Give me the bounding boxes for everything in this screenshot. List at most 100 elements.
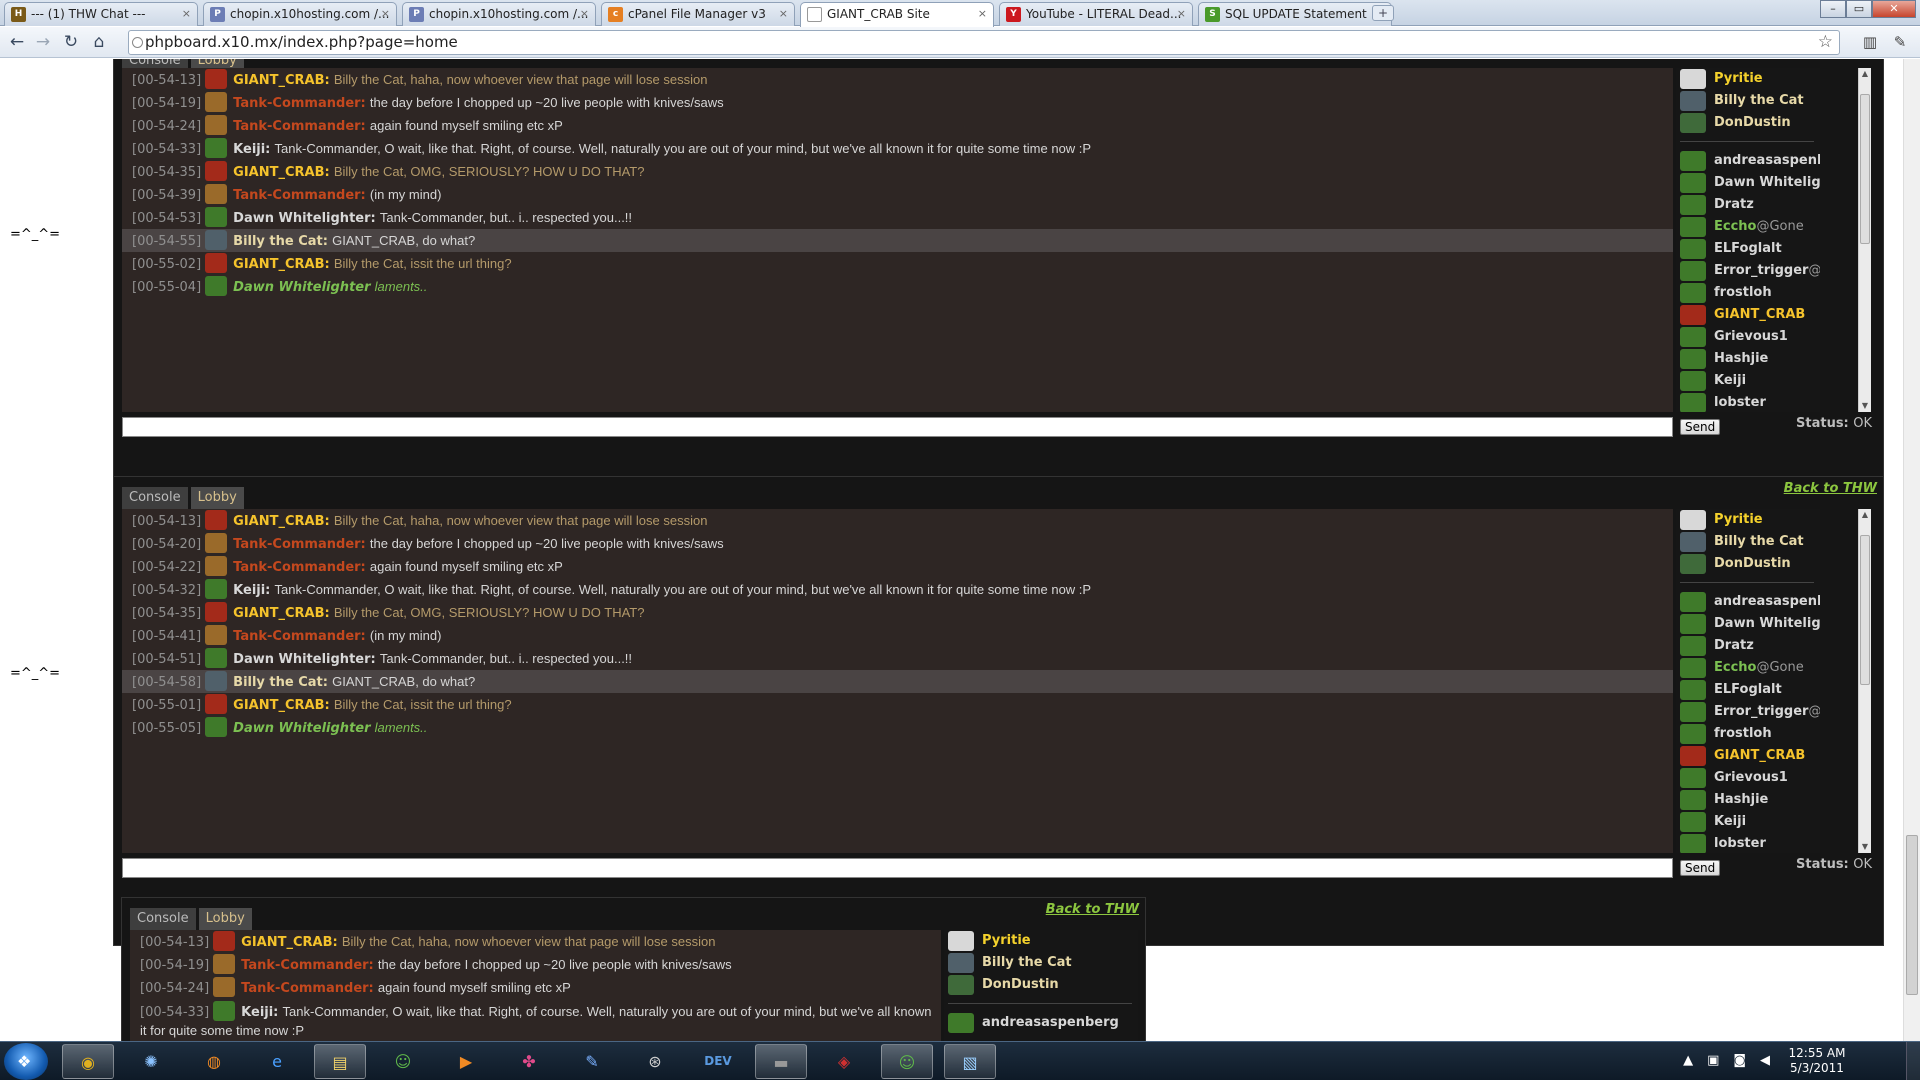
- user-list-item[interactable]: ELFoglalt: [1676, 679, 1820, 701]
- user-list-item[interactable]: Billy the Cat: [1676, 90, 1820, 112]
- user-list-item[interactable]: Keiji: [1676, 811, 1820, 833]
- message-author[interactable]: Tank-Commander:: [233, 188, 366, 203]
- tab-console[interactable]: Console: [130, 908, 196, 930]
- close-window-button[interactable]: ✕: [1872, 0, 1916, 18]
- message-author[interactable]: GIANT_CRAB:: [233, 698, 330, 713]
- message-author[interactable]: Tank-Commander:: [241, 958, 374, 973]
- clock[interactable]: 12:55 AM 5/3/2011: [1782, 1046, 1852, 1076]
- message-author[interactable]: Tank-Commander:: [233, 537, 366, 552]
- message-author[interactable]: GIANT_CRAB:: [233, 257, 330, 272]
- tab-close-icon[interactable]: ×: [1177, 3, 1186, 25]
- message-author[interactable]: Keiji:: [233, 583, 270, 598]
- message-author[interactable]: Keiji:: [241, 1005, 278, 1020]
- user-list-item[interactable]: Keiji: [1676, 370, 1820, 392]
- maximize-button[interactable]: ▭: [1846, 0, 1872, 18]
- user-list-item[interactable]: Dratz: [1676, 635, 1820, 657]
- user-list-item[interactable]: Dratz: [1676, 194, 1820, 216]
- taskbar-chrome-icon[interactable]: ◉: [62, 1044, 114, 1079]
- message-author[interactable]: Keiji:: [233, 142, 270, 157]
- message-author[interactable]: GIANT_CRAB:: [233, 514, 330, 529]
- message-author[interactable]: Tank-Commander:: [233, 629, 366, 644]
- bookmark-star-icon[interactable]: ☆: [1818, 31, 1833, 54]
- minimize-button[interactable]: –: [1820, 0, 1846, 18]
- home-icon[interactable]: ⌂: [88, 31, 110, 53]
- user-list-item[interactable]: ELFoglalt: [1676, 238, 1820, 260]
- taskbar-firefox-icon[interactable]: ◍: [188, 1044, 240, 1079]
- user-list-item[interactable]: Dawn Whitelighter: [1676, 613, 1820, 635]
- message-author[interactable]: Dawn Whitelighter:: [233, 652, 376, 667]
- new-tab-button[interactable]: +: [1372, 5, 1394, 21]
- message-author[interactable]: GIANT_CRAB:: [241, 935, 338, 950]
- user-list-item[interactable]: GIANT_CRAB: [1676, 745, 1820, 767]
- tab-close-icon[interactable]: ×: [580, 3, 589, 25]
- page-scrollbar[interactable]: [1903, 59, 1920, 1041]
- user-list-item[interactable]: Error_trigger@?: [1676, 701, 1820, 723]
- user-list-item[interactable]: Hashjie: [1676, 348, 1820, 370]
- page-scroll-thumb[interactable]: [1906, 835, 1918, 995]
- back-arrow-icon[interactable]: ←: [6, 31, 28, 53]
- message-author[interactable]: Dawn Whitelighter:: [233, 211, 376, 226]
- user-list-item[interactable]: DonDustin: [944, 974, 1138, 996]
- tab-lobby[interactable]: Lobby: [190, 487, 244, 509]
- user-list-item[interactable]: frostloh: [1676, 282, 1820, 304]
- user-list-item[interactable]: andreasaspenberg: [1676, 591, 1820, 613]
- user-list-item[interactable]: Billy the Cat: [1676, 531, 1820, 553]
- message-input[interactable]: [122, 417, 1673, 437]
- user-list-scrollbar[interactable]: ▲ ▼: [1858, 509, 1871, 853]
- user-list-item[interactable]: Pyritie: [1676, 509, 1820, 531]
- message-author[interactable]: Tank-Commander:: [233, 560, 366, 575]
- message-author[interactable]: Billy the Cat:: [233, 234, 328, 249]
- user-list-item[interactable]: frostloh: [1676, 723, 1820, 745]
- taskbar-messenger-icon[interactable]: ☺: [377, 1044, 429, 1079]
- taskbar-devcpp-icon[interactable]: DEV: [692, 1044, 744, 1079]
- tray-network-icon[interactable]: ▣: [1707, 1048, 1719, 1074]
- tab-console[interactable]: Console: [122, 487, 188, 509]
- message-author[interactable]: Dawn Whitelighter: [233, 721, 370, 736]
- tab-close-icon[interactable]: ×: [779, 3, 788, 25]
- tab-close-icon[interactable]: ×: [182, 3, 191, 25]
- user-list-item[interactable]: lobster: [1676, 392, 1820, 412]
- user-list-item[interactable]: Grievous1: [1676, 326, 1820, 348]
- message-author[interactable]: GIANT_CRAB:: [233, 165, 330, 180]
- reload-icon[interactable]: ↻: [60, 31, 82, 53]
- send-button[interactable]: Send: [1680, 860, 1721, 876]
- user-list-item[interactable]: Pyritie: [944, 930, 1138, 952]
- tray-expand-icon[interactable]: ▲: [1683, 1048, 1693, 1074]
- taskbar-terminal-icon[interactable]: ▬: [755, 1044, 807, 1079]
- message-author[interactable]: GIANT_CRAB:: [233, 73, 330, 88]
- browser-tab[interactable]: H --- (1) THW Chat --- ×: [4, 2, 198, 26]
- wrench-icon[interactable]: ✎: [1888, 31, 1912, 53]
- tab-close-icon[interactable]: ×: [978, 3, 987, 25]
- taskbar-safari-icon[interactable]: ✺: [125, 1044, 177, 1079]
- user-list-item[interactable]: lobster: [1676, 833, 1820, 853]
- forward-arrow-icon[interactable]: →: [32, 31, 54, 53]
- user-list-item[interactable]: DonDustin: [1676, 553, 1820, 575]
- browser-tab[interactable]: SSQL UPDATE Statement×: [1198, 2, 1392, 26]
- message-input[interactable]: [122, 858, 1673, 878]
- user-list-item[interactable]: Pyritie: [1676, 68, 1820, 90]
- taskbar-app-pen-icon[interactable]: ✎: [566, 1044, 618, 1079]
- user-list-scrollbar[interactable]: ▲ ▼: [1858, 68, 1871, 412]
- page-menu-icon[interactable]: ▥: [1858, 31, 1882, 53]
- back-to-thw-link[interactable]: Back to THW: [1784, 481, 1877, 496]
- user-list-item[interactable]: andreasaspenberg: [944, 1012, 1138, 1034]
- user-list-item[interactable]: Eccho@Gone: [1676, 657, 1820, 679]
- message-author[interactable]: Tank-Commander:: [233, 96, 366, 111]
- message-author[interactable]: Billy the Cat:: [233, 675, 328, 690]
- user-list-item[interactable]: Hashjie: [1676, 789, 1820, 811]
- taskbar-notes-icon[interactable]: ▧: [944, 1044, 996, 1079]
- taskbar-steam-icon[interactable]: ⊛: [629, 1044, 681, 1079]
- tray-shield-icon[interactable]: ◙: [1733, 1048, 1746, 1074]
- tray-volume-icon[interactable]: ◀: [1760, 1048, 1770, 1074]
- browser-tab[interactable]: c cPanel File Manager v3 ×: [601, 2, 795, 26]
- taskbar-ie-icon[interactable]: e: [251, 1044, 303, 1079]
- browser-tab[interactable]: Pchopin.x10hosting.com /... ×: [203, 2, 397, 26]
- message-author[interactable]: Dawn Whitelighter: [233, 280, 370, 295]
- start-button[interactable]: ❖: [4, 1043, 48, 1080]
- message-author[interactable]: GIANT_CRAB:: [233, 606, 330, 621]
- user-list-item[interactable]: DonDustin: [1676, 112, 1820, 134]
- user-list-item[interactable]: Error_trigger@?: [1676, 260, 1820, 282]
- send-button[interactable]: Send: [1680, 419, 1721, 435]
- browser-tab[interactable]: Pchopin.x10hosting.com /... ×: [402, 2, 596, 26]
- taskbar-explorer-icon[interactable]: ▤: [314, 1044, 366, 1079]
